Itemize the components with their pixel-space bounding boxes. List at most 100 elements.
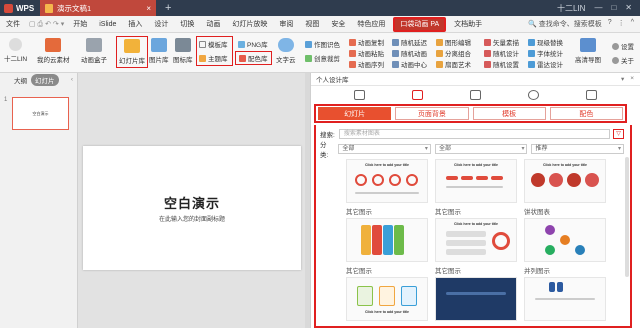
menu-file[interactable]: 文件 (0, 16, 26, 33)
panel-menu-icon[interactable]: ▾ (621, 75, 624, 83)
settings-button[interactable]: 设置 (612, 41, 634, 51)
menu-security[interactable]: 安全 (325, 16, 351, 33)
search-command[interactable]: 🔍 查找命令、搜索模板 (528, 19, 602, 29)
tab-slides[interactable]: 幻灯片 (31, 73, 59, 86)
card-1[interactable]: Click here to add your title 其它图示 (346, 159, 428, 216)
sort-select[interactable]: 推荐 (531, 144, 624, 154)
card-5[interactable]: Click here to add your title 其它图示 (435, 218, 517, 275)
vector-sketch-label: 矢量素描 (493, 40, 519, 47)
split-combine-button[interactable]: 分离组合 (436, 48, 471, 58)
lightbulb-icon[interactable] (527, 89, 539, 100)
pie-icon (531, 173, 545, 187)
slide-icon[interactable] (412, 89, 424, 100)
category-select-1[interactable]: 全部 (338, 144, 431, 154)
copy-icon[interactable] (585, 89, 597, 100)
vector-sketch-button[interactable]: 矢量素描 (484, 37, 519, 47)
about-button[interactable]: 关于 (612, 55, 634, 65)
color-library-button[interactable]: 配色库 (235, 51, 272, 65)
anim-paste-button[interactable]: 动画粘贴 (349, 48, 384, 58)
tab-color-schemes[interactable]: 配色 (549, 107, 623, 120)
tab-outline[interactable]: 大纲 (14, 75, 27, 85)
collapse-icon[interactable]: ^ (631, 19, 634, 29)
user-name[interactable]: 十二LIN (557, 3, 585, 14)
author-color-button[interactable]: 作图识色 (305, 39, 340, 49)
tab-slides-library[interactable]: 幻灯片 (318, 107, 392, 120)
slide-editing-area[interactable]: 空白演示 在此输入您的封面副标题 (78, 73, 310, 328)
new-tab-button[interactable]: + (165, 2, 171, 14)
tab-templates[interactable]: 模板 (472, 107, 546, 120)
slide-canvas[interactable]: 空白演示 在此输入您的封面副标题 (83, 146, 301, 270)
quick-access-icons[interactable]: ▢ ⎙ ↶ ↷ ▾ (26, 20, 67, 29)
random-anim-button[interactable]: 随机动画 (392, 48, 427, 58)
slide-subtitle[interactable]: 在此输入您的封面副标题 (159, 214, 225, 223)
text-cloud-button[interactable]: 文字云 (276, 38, 296, 64)
random-delay-button[interactable]: 随机延迟 (392, 37, 427, 47)
panel-scrollbar[interactable] (625, 157, 629, 277)
anim-copy-button[interactable]: 动画复制 (349, 37, 384, 47)
minimize-button[interactable]: — (594, 3, 602, 14)
tab-page-background[interactable]: 页面背景 (395, 107, 469, 120)
close-window-button[interactable]: ✕ (625, 3, 632, 14)
slide-title[interactable]: 空白演示 (164, 193, 220, 212)
png-library-button[interactable]: PNG库 (238, 39, 268, 49)
creative-crop-button[interactable]: 创意裁剪 (305, 53, 340, 63)
menu-home[interactable]: 开始 (67, 16, 93, 33)
cube-icon[interactable] (354, 89, 366, 100)
menu-animation[interactable]: 动画 (200, 16, 226, 33)
wps-logo[interactable]: WPS (0, 0, 40, 16)
radar-design-label: 雷达设计 (537, 62, 563, 69)
close-tab-icon[interactable]: × (146, 4, 151, 13)
card-4[interactable]: 其它图示 (346, 218, 428, 275)
menu-view[interactable]: 视图 (299, 16, 325, 33)
document-tab[interactable]: 演示文稿1 × (40, 0, 156, 16)
shape-edit-button[interactable]: 图形编辑 (436, 37, 471, 47)
cloud-material-button[interactable]: 我的云素材 (37, 38, 70, 64)
card-6[interactable]: 并列图示 (524, 218, 606, 275)
menu-transition[interactable]: 切换 (174, 16, 200, 33)
theme-library-button[interactable]: 主题库 (199, 53, 228, 63)
menu-slideshow[interactable]: 幻灯片放映 (226, 16, 273, 33)
search-label: 搜索: (320, 132, 335, 139)
text-line (535, 298, 595, 300)
split-combine-icon (436, 49, 443, 57)
card-8[interactable] (435, 277, 517, 324)
category-select-2[interactable]: 全部 (434, 144, 528, 154)
image-library-button[interactable]: 图片库 (149, 38, 169, 64)
anim-sequence-button[interactable]: 动画序列 (349, 59, 384, 69)
search-input[interactable]: 搜索素材图表 (338, 129, 610, 139)
panel-close-icon[interactable]: × (630, 75, 634, 83)
menu-insert[interactable]: 插入 (122, 16, 148, 33)
step-1-icon (355, 174, 367, 186)
slide-library-button[interactable]: 幻灯片库 (116, 36, 148, 68)
image-icon[interactable] (469, 89, 481, 100)
card-9[interactable] (524, 277, 606, 324)
menu-pocket-animation[interactable]: 口袋动画 PA (393, 16, 447, 32)
menu-islide[interactable]: iSlide (93, 16, 122, 33)
radar-design-button[interactable]: 雷达设计 (528, 59, 563, 69)
template-library-button[interactable]: 模板库 (199, 39, 228, 49)
maximize-button[interactable]: □ (611, 3, 616, 14)
anim-center-button[interactable]: 动画中心 (392, 59, 427, 69)
help-icon[interactable]: ? (608, 19, 612, 29)
icon-library-button[interactable]: 图标库 (173, 38, 193, 64)
menu-design[interactable]: 设计 (148, 16, 174, 33)
fan-art-button[interactable]: 扇面艺术 (436, 59, 471, 69)
random-design-button[interactable]: 随机设计 (484, 48, 519, 58)
random-settings-button[interactable]: 随机设置 (484, 59, 519, 69)
card-3[interactable]: Click here to add your title 饼状图表 (524, 159, 606, 216)
menu-review[interactable]: 审阅 (273, 16, 299, 33)
font-stats-button[interactable]: 字体统计 (528, 48, 563, 58)
menu-doc-assistant[interactable]: 文档助手 (448, 16, 488, 33)
more-icon[interactable]: ⋮ (618, 19, 625, 29)
replace-button[interactable]: 现级替换 (528, 37, 563, 47)
slide-thumbnail[interactable]: 空白演示 (12, 97, 69, 130)
filter-icon[interactable]: ▽ (613, 129, 624, 139)
close-pane-icon[interactable]: ‹ (71, 76, 73, 83)
hd-export-button[interactable]: 高清导图 (575, 38, 601, 64)
menu-special-apps[interactable]: 特色应用 (351, 16, 391, 33)
ribbon-shape (394, 225, 404, 255)
card-7[interactable]: Click here to add your title (346, 277, 428, 324)
card-2[interactable]: Click here to add your title 其它图示 (435, 159, 517, 216)
account-button[interactable]: 十二LIN (4, 38, 27, 63)
anim-box-button[interactable]: 动画盒子 (81, 38, 107, 64)
